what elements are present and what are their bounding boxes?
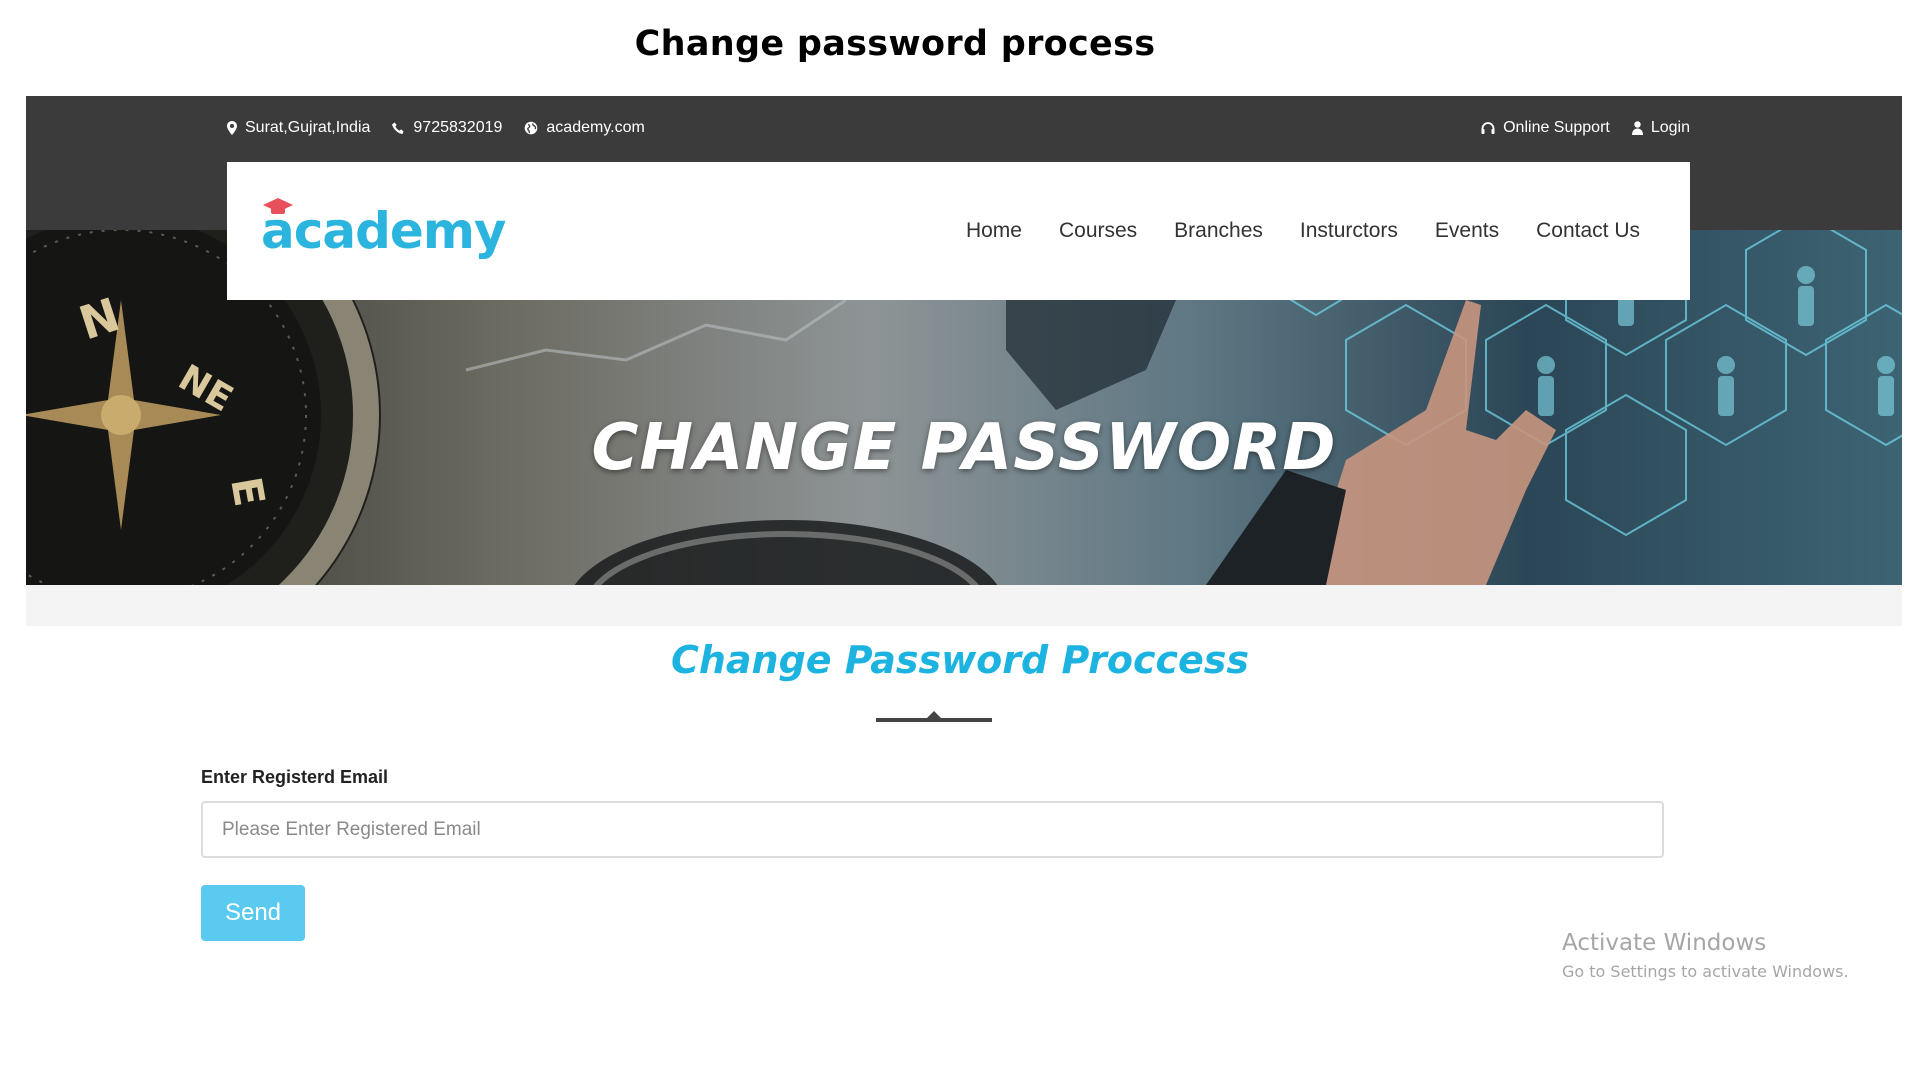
send-button[interactable]: Send (201, 885, 305, 941)
location-item: Surat,Gujrat,India (227, 119, 370, 137)
location-text: Surat,Gujrat,India (245, 119, 371, 136)
nav-contact-us[interactable]: Contact Us (1536, 219, 1640, 243)
globe-icon (525, 121, 538, 135)
section-title: Change Password Proccess (670, 638, 1250, 682)
account-links: Online Support Login (1481, 119, 1690, 137)
windows-activation-watermark: Activate Windows Go to Settings to activ… (1562, 930, 1849, 981)
nav-events[interactable]: Events (1435, 219, 1499, 243)
main-navbar: academy Home Courses Branches Insturctor… (227, 162, 1690, 300)
graduation-cap-icon (263, 198, 293, 214)
login-label: Login (1650, 119, 1690, 136)
nav-home[interactable]: Home (966, 219, 1022, 243)
phone-text: 9725832019 (413, 119, 503, 136)
nav-menu: Home Courses Branches Insturctors Events… (966, 219, 1640, 243)
nav-instructors[interactable]: Insturctors (1300, 219, 1398, 243)
website-text: academy.com (546, 119, 645, 136)
watermark-title: Activate Windows (1562, 930, 1767, 956)
academy-logo[interactable]: academy (261, 198, 507, 260)
map-marker-icon (227, 121, 237, 135)
phone-icon (392, 122, 404, 134)
website-item[interactable]: academy.com (524, 119, 645, 137)
phone-item[interactable]: 9725832019 (392, 119, 502, 137)
online-support-label: Online Support (1503, 119, 1610, 136)
logo-text: academy (261, 202, 507, 260)
login-link[interactable]: Login (1631, 119, 1690, 137)
title-divider (876, 711, 992, 722)
online-support-link[interactable]: Online Support (1481, 119, 1610, 137)
breadcrumb-strip (26, 585, 1902, 626)
watermark-subtitle: Go to Settings to activate Windows. (1562, 962, 1849, 981)
contact-info: Surat,Gujrat,India 9725832019 academy.co… (227, 119, 645, 137)
hero-title: CHANGE PASSWORD (591, 411, 1337, 485)
nav-courses[interactable]: Courses (1059, 219, 1137, 243)
email-label: Enter Registerd Email (201, 767, 389, 787)
user-icon (1631, 121, 1643, 135)
page-caption: Change password process (634, 24, 1156, 64)
headset-icon (1481, 121, 1495, 134)
email-input[interactable] (201, 801, 1664, 858)
nav-branches[interactable]: Branches (1174, 219, 1263, 243)
